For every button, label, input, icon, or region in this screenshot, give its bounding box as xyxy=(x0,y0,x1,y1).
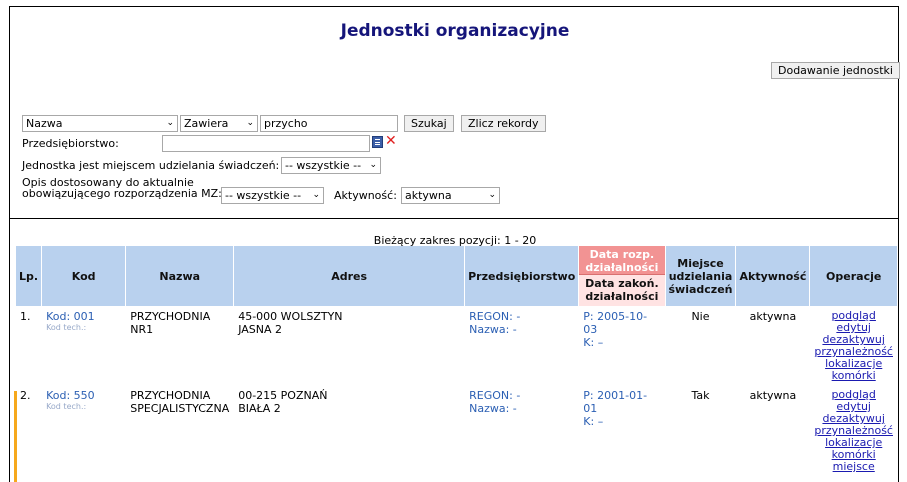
field-select-value: Nazwa xyxy=(26,117,63,130)
chevron-down-icon: ⌄ xyxy=(488,190,496,200)
description-select[interactable]: -- wszystkie -- ⌄ xyxy=(221,187,324,204)
row-przedsiebiorstwo: REGON: - Nazwa: - xyxy=(465,386,579,476)
place-select-value: -- wszystkie -- xyxy=(285,159,362,172)
row-date-end: K: – xyxy=(583,336,604,349)
row-lp: 2. xyxy=(16,386,42,476)
row-przeds-nazwa: Nazwa: - xyxy=(469,402,517,415)
activity-label: Aktywność: xyxy=(334,189,397,202)
row-miejsce: Nie xyxy=(665,307,736,385)
col-date-start[interactable]: Data rozp. działalności xyxy=(579,246,665,275)
row-nazwa: PRZYCHODNIA NR1 xyxy=(126,307,234,385)
chevron-down-icon: ⌄ xyxy=(246,118,254,128)
row-lp: 1. xyxy=(16,307,42,385)
col-aktywnosc[interactable]: Aktywność xyxy=(736,246,810,306)
row-adres: 45-000 WOLSZTYN JASNA 2 xyxy=(234,307,465,385)
chevron-down-icon: ⌄ xyxy=(166,118,174,128)
chevron-down-icon: ⌄ xyxy=(312,190,320,200)
description-select-value: -- wszystkie -- xyxy=(225,189,302,202)
row-adres-line1: 00-215 POZNAŃ xyxy=(238,389,328,402)
add-unit-button[interactable]: Dodawanie jednostki xyxy=(771,62,900,79)
field-select[interactable]: Nazwa ⌄ xyxy=(22,115,178,132)
row-operacje: podgląd edytuj dezaktywuj przynależność … xyxy=(810,307,897,385)
row-nazwa-line1: PRZYCHODNIA xyxy=(130,389,211,402)
col-operacje: Operacje xyxy=(810,246,897,306)
row-date-start: P: 2001-01-01 xyxy=(583,389,648,415)
col-dates[interactable]: Data rozp. działalności Data zakoń. dzia… xyxy=(579,246,665,306)
row-nazwa-line2: NR1 xyxy=(130,323,154,336)
page-title: Jednostki organizacyjne xyxy=(340,21,570,41)
row-regon: REGON: - xyxy=(469,389,521,402)
row-aktywnosc: aktywna xyxy=(736,386,810,476)
row-kod-tech: Kod tech.: xyxy=(46,323,87,332)
units-table: Lp. Kod Nazwa Adres Przedsiębiorstwo Dat… xyxy=(15,245,898,477)
description-label: Opis dostosowany do aktualnie obowiązują… xyxy=(22,177,222,199)
row-dates: P: 2005-10-03 K: – xyxy=(579,307,665,385)
cells-link[interactable]: komórki xyxy=(814,370,893,382)
main-frame: Jednostki organizacyjne Dodawanie jednos… xyxy=(9,6,900,482)
col-nazwa[interactable]: Nazwa xyxy=(126,246,234,306)
operator-select[interactable]: Zawiera ⌄ xyxy=(180,115,258,132)
row-aktywnosc: aktywna xyxy=(736,307,810,385)
list-picker-icon[interactable] xyxy=(372,136,383,148)
chevron-down-icon: ⌄ xyxy=(369,160,377,170)
table-row: 1. Kod: 001 Kod tech.: PRZYCHODNIA NR1 4… xyxy=(16,307,897,385)
col-date-end[interactable]: Data zakoń. działalności xyxy=(579,275,665,306)
row-operacje: podgląd edytuj dezaktywuj przynależność … xyxy=(810,386,897,476)
table-row: 2. Kod: 550 Kod tech.: PRZYCHODNIA SPECJ… xyxy=(16,386,897,476)
operator-select-value: Zawiera xyxy=(184,117,229,130)
description-label-line2: obowiązującego rozporządzenia MZ: xyxy=(22,187,222,200)
row-adres-line2: JASNA 2 xyxy=(238,323,283,336)
row-date-start: P: 2005-10-03 xyxy=(583,310,648,336)
activity-select-value: aktywna xyxy=(405,189,452,202)
row-nazwa: PRZYCHODNIA SPECJALISTYCZNA xyxy=(126,386,234,476)
place-link[interactable]: miejsce xyxy=(814,461,893,473)
row-kod: Kod: 550 Kod tech.: xyxy=(42,386,126,476)
row-adres: 00-215 POZNAŃ BIAŁA 2 xyxy=(234,386,465,476)
row-kod-value: Kod: 001 xyxy=(46,310,95,323)
selected-row-indicator xyxy=(14,391,17,482)
search-input[interactable]: przycho xyxy=(260,115,398,132)
row-przeds-nazwa: Nazwa: - xyxy=(469,323,517,336)
col-kod[interactable]: Kod xyxy=(42,246,126,306)
enterprise-label: Przedsiębiorstwo: xyxy=(22,137,119,150)
row-kod-value: Kod: 550 xyxy=(46,389,95,402)
col-miejsce[interactable]: Miejsce udzielania świadczeń xyxy=(665,246,736,306)
row-dates: P: 2001-01-01 K: – xyxy=(579,386,665,476)
row-przedsiebiorstwo: REGON: - Nazwa: - xyxy=(465,307,579,385)
row-nazwa-line2: SPECJALISTYCZNA xyxy=(130,402,230,415)
row-kod-tech: Kod tech.: xyxy=(46,402,87,411)
place-label: Jednostka jest miejscem udzielania świad… xyxy=(22,159,280,172)
divider xyxy=(10,218,898,219)
count-records-button[interactable]: Zlicz rekordy xyxy=(461,115,546,132)
row-date-end: K: – xyxy=(583,415,604,428)
place-select[interactable]: -- wszystkie -- ⌄ xyxy=(281,157,381,174)
clear-icon[interactable]: ✕ xyxy=(385,133,397,149)
col-przedsiebiorstwo[interactable]: Przedsiębiorstwo xyxy=(465,246,579,306)
row-adres-line1: 45-000 WOLSZTYN xyxy=(238,310,343,323)
row-regon: REGON: - xyxy=(469,310,521,323)
row-adres-line2: BIAŁA 2 xyxy=(238,402,281,415)
col-lp[interactable]: Lp. xyxy=(16,246,42,306)
col-adres[interactable]: Adres xyxy=(234,246,465,306)
enterprise-field[interactable] xyxy=(162,135,370,152)
row-nazwa-line1: PRZYCHODNIA xyxy=(130,310,211,323)
row-miejsce: Tak xyxy=(665,386,736,476)
activity-select[interactable]: aktywna ⌄ xyxy=(401,187,500,204)
search-button[interactable]: Szukaj xyxy=(404,115,454,132)
row-kod: Kod: 001 Kod tech.: xyxy=(42,307,126,385)
